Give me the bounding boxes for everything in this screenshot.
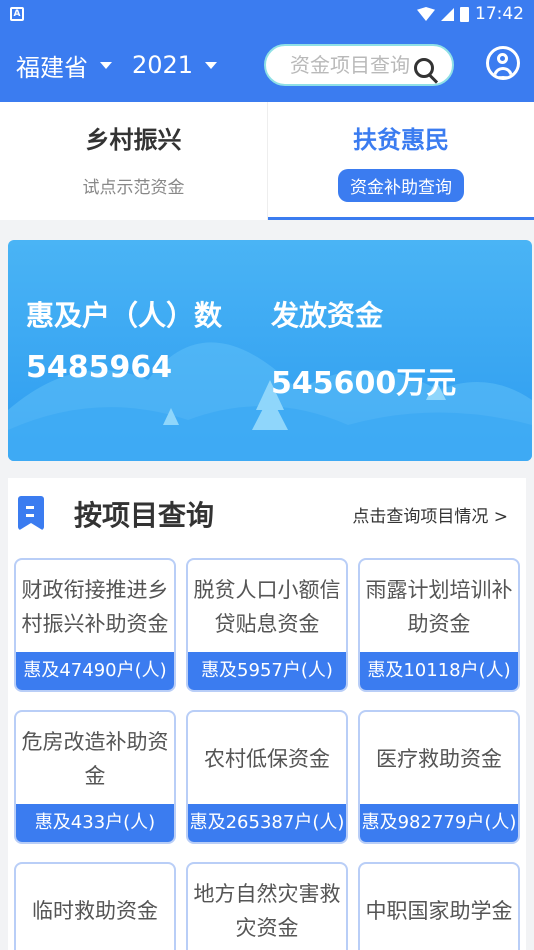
project-stat: 惠及47490户(人) bbox=[16, 652, 174, 690]
user-profile-icon[interactable] bbox=[486, 46, 520, 80]
tab-rural-revitalization[interactable]: 乡村振兴 试点示范资金 bbox=[0, 102, 267, 220]
battery-icon bbox=[460, 6, 469, 22]
funds-value: 545600万元 bbox=[271, 366, 457, 401]
notification-icon: A bbox=[10, 7, 24, 21]
chevron-down-icon bbox=[100, 61, 112, 69]
year-label: 2021 bbox=[132, 51, 194, 79]
project-stat: 惠及5957户(人) bbox=[188, 652, 346, 690]
project-name: 地方自然灾害救灾资金 bbox=[193, 882, 341, 940]
households-label: 惠及户（人）数 bbox=[26, 299, 223, 332]
province-label: 福建省 bbox=[16, 53, 88, 82]
tab-title: 乡村振兴 bbox=[85, 126, 182, 154]
section-header: 按项目查询 点击查询项目情况 > bbox=[8, 478, 526, 548]
project-stat: 惠及433户(人) bbox=[16, 804, 174, 842]
project-name: 脱贫人口小额信贷贴息资金 bbox=[193, 578, 341, 636]
search-input[interactable] bbox=[290, 53, 420, 77]
project-name: 农村低保资金 bbox=[204, 747, 330, 771]
section-title: 按项目查询 bbox=[74, 499, 215, 532]
status-icons: 17:42 bbox=[417, 4, 524, 24]
project-name: 临时救助资金 bbox=[32, 899, 158, 923]
project-card[interactable]: 财政衔接推进乡村振兴补助资金 惠及47490户(人) bbox=[14, 558, 176, 692]
category-tabs: 乡村振兴 试点示范资金 扶贫惠民 资金补助查询 bbox=[0, 102, 534, 220]
tab-title: 扶贫惠民 bbox=[353, 126, 449, 154]
households-value: 5485964 bbox=[26, 350, 173, 385]
wifi-icon bbox=[417, 7, 435, 21]
project-name: 危房改造补助资金 bbox=[21, 730, 169, 788]
chevron-down-icon bbox=[205, 61, 218, 69]
year-dropdown[interactable]: 2021 bbox=[132, 51, 218, 79]
project-card[interactable]: 中职国家助学金 bbox=[358, 862, 520, 950]
tab-subtitle: 资金补助查询 bbox=[338, 169, 464, 202]
status-bar: A 17:42 bbox=[0, 0, 534, 28]
search-box[interactable] bbox=[264, 44, 454, 86]
signal-icon bbox=[441, 7, 454, 21]
project-stat: 惠及982779户(人) bbox=[360, 804, 518, 842]
project-name: 医疗救助资金 bbox=[376, 747, 502, 771]
project-card[interactable]: 农村低保资金 惠及265387户(人) bbox=[186, 710, 348, 844]
summary-banner: 惠及户（人）数 5485964 发放资金 545600万元 bbox=[8, 240, 532, 461]
households-stat: 惠及户（人）数 5485964 bbox=[26, 294, 222, 385]
project-stat: 惠及10118户(人) bbox=[360, 652, 518, 690]
project-stat: 惠及265387户(人) bbox=[188, 804, 346, 842]
project-name: 中职国家助学金 bbox=[365, 899, 513, 923]
status-time: 17:42 bbox=[475, 4, 524, 24]
view-projects-link[interactable]: 点击查询项目情况 > bbox=[352, 502, 508, 527]
tab-subtitle: 试点示范资金 bbox=[82, 178, 185, 198]
project-card[interactable]: 雨露计划培训补助资金 惠及10118户(人) bbox=[358, 558, 520, 692]
search-icon[interactable] bbox=[414, 58, 434, 78]
project-card[interactable]: 脱贫人口小额信贷贴息资金 惠及5957户(人) bbox=[186, 558, 348, 692]
project-card[interactable]: 地方自然灾害救灾资金 bbox=[186, 862, 348, 950]
project-name: 雨露计划培训补助资金 bbox=[365, 578, 513, 636]
funds-label: 发放资金 bbox=[271, 299, 384, 332]
project-card[interactable]: 医疗救助资金 惠及982779户(人) bbox=[358, 710, 520, 844]
funds-stat: 发放资金 545600万元 bbox=[271, 294, 456, 402]
project-card[interactable]: 临时救助资金 bbox=[14, 862, 176, 950]
app-bar: 福建省 2021 bbox=[0, 28, 534, 102]
project-name: 财政衔接推进乡村振兴补助资金 bbox=[21, 578, 169, 636]
province-dropdown[interactable]: 福建省 bbox=[16, 48, 112, 83]
project-query-section: 按项目查询 点击查询项目情况 > 财政衔接推进乡村振兴补助资金 惠及47490户… bbox=[8, 478, 526, 950]
tab-poverty-relief[interactable]: 扶贫惠民 资金补助查询 bbox=[267, 102, 534, 220]
bookmark-icon bbox=[18, 496, 44, 531]
project-card[interactable]: 危房改造补助资金 惠及433户(人) bbox=[14, 710, 176, 844]
